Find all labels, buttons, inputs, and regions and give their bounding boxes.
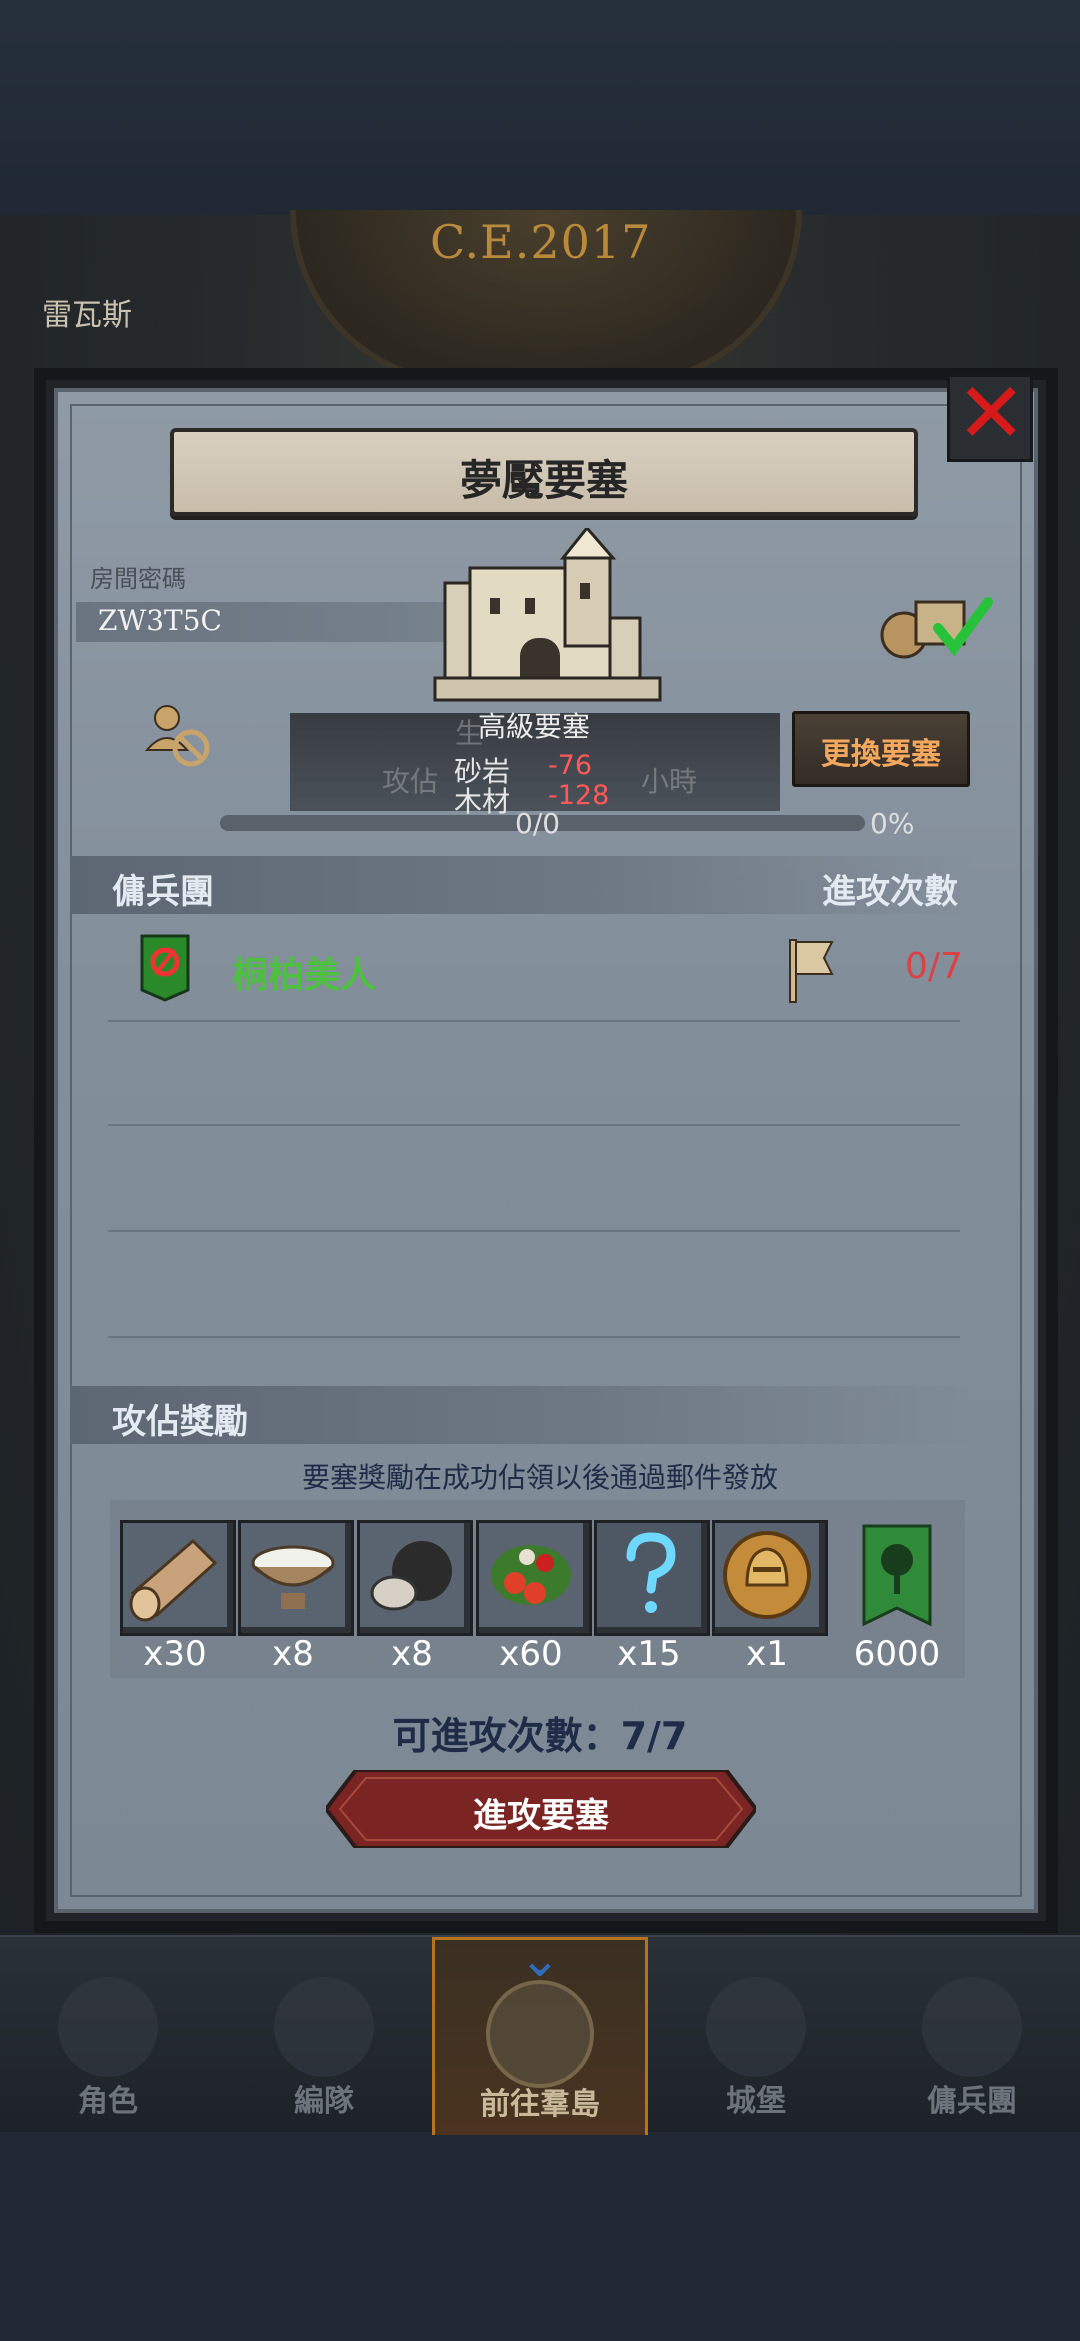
map-year-label: C.E.2017 [430,215,652,269]
mercenary-attack-count: 0/7 [905,946,963,987]
knight-helmet-coin-icon [715,1523,819,1627]
capture-progress-text: 0/0 [515,807,561,840]
nav-label: 前往羣島 [480,2087,600,2122]
salt-bowl-icon [241,1523,345,1627]
attack-count-header: 進攻次數 [822,872,958,912]
reward-qty: 6000 [853,1634,941,1674]
switch-fortress-button[interactable]: 更換要塞 [792,711,970,787]
reward-salt[interactable] [238,1520,354,1636]
capture-progress-percent: 0% [870,807,915,840]
ore-stone-icon [360,1523,464,1627]
reward-wood[interactable] [120,1520,236,1636]
room-password-label: 房間密碼 [90,565,186,593]
attack-time-label: 攻佔 [382,765,439,798]
nav-label: 傭兵團 [927,2084,1017,2119]
tree-banner-icon[interactable] [862,1524,932,1628]
reward-qty: x1 [746,1634,788,1674]
reward-mystery[interactable] [594,1520,710,1636]
dialog-title: 夢魘要塞 [459,456,628,505]
bottom-nav: 角色 編隊 ⌄ 前往羣島 城堡 傭兵團 [0,1930,1080,2135]
reward-qty: x8 [272,1634,314,1674]
reward-qty: x30 [143,1634,207,1674]
globe-icon [486,1980,594,2088]
fortress-grade: 高級要塞 [478,710,591,743]
mystery-question-icon [597,1523,701,1627]
nav-item-mercenary[interactable]: 傭兵團 [864,1937,1080,2132]
castle-icon [706,1977,806,2077]
reward-qty: x60 [499,1634,563,1674]
nav-label: 城堡 [726,2084,786,2119]
reward-knight-medal[interactable] [712,1520,828,1636]
mercenary-icon [922,1977,1022,2077]
close-button[interactable]: ✕ [947,364,1033,462]
fortress-castle-icon [433,528,662,702]
reward-ore[interactable] [357,1520,473,1636]
reward-berries[interactable] [476,1520,592,1636]
rewards-header: 攻佔獎勵 [112,1402,248,1442]
top-background [0,0,1080,215]
nav-label: 角色 [78,2084,138,2119]
resource-name-wood: 木材 [454,785,511,818]
reward-qty: x8 [391,1634,433,1674]
attack-fortress-button[interactable]: 進攻要塞 [326,1770,756,1848]
mercenary-header: 傭兵團 [112,872,214,912]
nav-item-character[interactable]: 角色 [0,1937,216,2132]
wood-log-icon [123,1523,227,1627]
flag-icon [789,939,834,1003]
close-icon: ✕ [956,364,1027,462]
loot-bag-check-icon [880,597,993,659]
helmet-icon [274,1977,374,2077]
reward-qty: x15 [617,1634,681,1674]
bottom-background [0,2130,1080,2341]
berries-icon [479,1523,583,1627]
hours-label: 小時 [641,765,698,798]
nav-item-formation[interactable]: 編隊 [216,1937,432,2132]
nav-item-castle[interactable]: 城堡 [648,1937,864,2132]
knight-icon [58,1977,158,2077]
rewards-note: 要塞獎勵在成功佔領以後通過郵件發放 [301,1461,778,1494]
attempts-remaining: 可進攻次數：7/7 [392,1714,688,1758]
room-password-value: ZW3T5C [98,604,222,637]
map-city-label: 雷瓦斯 [42,298,132,333]
nav-label: 編隊 [294,2084,354,2119]
nav-item-archipelago[interactable]: ⌄ 前往羣島 [432,1930,648,2135]
resource-value-sandstone: -76 [548,750,593,781]
mercenary-name[interactable]: 桐柏美人 [232,946,376,998]
players-blocked-icon[interactable] [143,700,215,770]
title-banner: 夢魘要塞 [170,428,918,516]
mercenary-emblem-icon [140,934,190,1002]
